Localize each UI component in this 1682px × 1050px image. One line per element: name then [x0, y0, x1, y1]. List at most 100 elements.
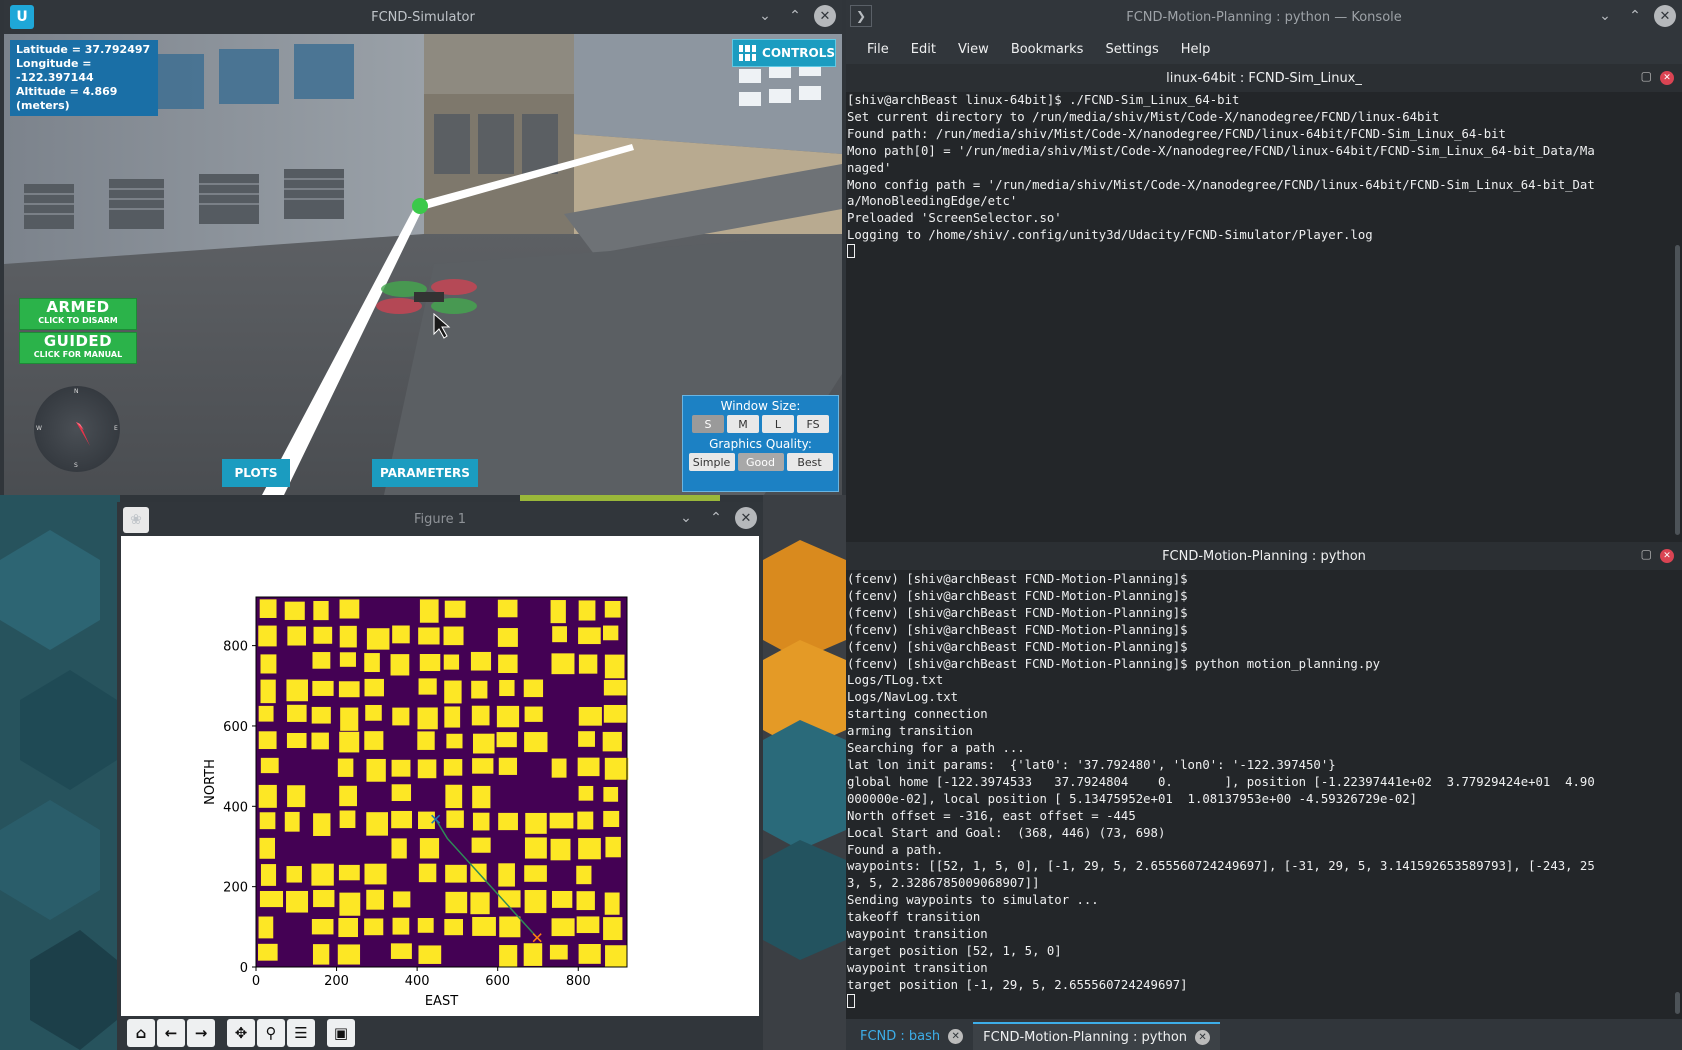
minimize-icon[interactable]: ⌄ — [1594, 5, 1616, 27]
compass: N S E W — [34, 386, 120, 472]
obstacle-cell — [472, 785, 491, 809]
simulator-titlebar[interactable]: U FCND-Simulator ⌄ ⌃ ✕ — [4, 0, 842, 34]
obstacle-cell — [497, 599, 518, 618]
maximize-pane-icon[interactable]: ▢ — [1641, 547, 1652, 561]
maximize-icon[interactable]: ⌃ — [705, 507, 727, 529]
home-icon[interactable]: ⌂ — [127, 1019, 155, 1047]
figure-window: ❀ Figure 1 ⌄ ⌃ ✕ 0 200 400 600 800 0 200 400 600… — [117, 502, 763, 1050]
obstacle-cell — [604, 892, 620, 915]
quality-option-best[interactable]: Best — [786, 453, 833, 471]
close-icon[interactable]: ✕ — [735, 507, 757, 529]
close-pane-icon[interactable]: ✕ — [1660, 549, 1674, 563]
size-option-m[interactable]: M — [727, 415, 759, 433]
bottom-scrollbar[interactable] — [1675, 992, 1680, 1014]
close-icon[interactable]: ✕ — [1654, 5, 1676, 27]
menu-view[interactable]: View — [947, 42, 1000, 57]
obstacle-cell — [418, 945, 442, 964]
figure-toolbar: ⌂ ← → ✥ ⚲ ☰ ▣ — [121, 1016, 759, 1050]
window-settings-panel: Window Size: S M L FS Graphics Quality: Sim… — [682, 395, 839, 492]
quality-option-simple[interactable]: Simple — [688, 453, 735, 471]
forward-icon[interactable]: → — [187, 1019, 215, 1047]
menu-file[interactable]: File — [856, 42, 900, 57]
terminal-tab[interactable]: FCND : bash ✕ — [850, 1022, 973, 1050]
controls-button[interactable]: CONTROLS — [732, 39, 836, 67]
guided-button[interactable]: GUIDED CLICK FOR MANUAL — [19, 332, 137, 364]
obstacle-cell — [339, 892, 361, 916]
obstacle-cell — [578, 627, 601, 645]
configure-icon[interactable]: ☰ — [287, 1019, 315, 1047]
obstacle-cell — [417, 759, 437, 779]
close-icon[interactable]: ✕ — [814, 5, 836, 27]
terminal-tab[interactable]: FCND-Motion-Planning : python ✕ — [973, 1022, 1221, 1050]
armed-hint: CLICK TO DISARM — [38, 316, 118, 325]
size-option-s[interactable]: S — [692, 415, 724, 433]
obstacle-cell — [365, 704, 382, 721]
obstacle-cell — [259, 812, 276, 830]
terminal-line: Found path: /run/media/shiv/Mist/Code-X/… — [847, 126, 1506, 141]
obstacle-cell — [498, 654, 518, 674]
quality-option-good[interactable]: Good — [737, 453, 784, 471]
plots-button[interactable]: PLOTS — [222, 459, 290, 487]
obstacle-cell — [392, 917, 410, 935]
menu-settings[interactable]: Settings — [1094, 42, 1169, 57]
obstacle-cell — [286, 890, 309, 913]
obstacle-cell — [446, 810, 464, 828]
size-option-l[interactable]: L — [762, 415, 794, 433]
controls-label: CONTROLS — [762, 46, 835, 60]
terminal-line: Logs/TLog.txt — [847, 673, 944, 688]
zoom-icon[interactable]: ⚲ — [257, 1019, 285, 1047]
terminal-line: Preloaded 'ScreenSelector.so' — [847, 211, 1062, 226]
maximize-pane-icon[interactable]: ▢ — [1641, 69, 1652, 83]
terminal-line: Logs/NavLog.txt — [847, 690, 959, 705]
obstacle-cell — [258, 705, 274, 722]
obstacle-cell — [339, 785, 357, 807]
obstacle-cell — [603, 917, 623, 941]
bottom-terminal[interactable]: (fcenv) [shiv@archBeast FCND-Motion-Plan… — [846, 571, 1672, 1018]
obstacle-cell — [337, 944, 361, 965]
obstacle-cell — [604, 757, 629, 780]
menu-bookmarks[interactable]: Bookmarks — [1000, 42, 1095, 57]
obstacle-cell — [498, 757, 518, 775]
parameters-button[interactable]: PARAMETERS — [372, 459, 478, 487]
obstacle-cell — [577, 757, 600, 777]
figure-titlebar[interactable]: ❀ Figure 1 ⌄ ⌃ ✕ — [117, 502, 763, 536]
obstacle-cell — [259, 891, 284, 908]
close-tab-icon[interactable]: ✕ — [1195, 1029, 1211, 1045]
armed-button[interactable]: ARMED CLICK TO DISARM — [19, 298, 137, 330]
top-scrollbar[interactable] — [1675, 245, 1680, 535]
terminal-line: Logging to /home/shiv/.config/unity3d/Ud… — [847, 228, 1373, 243]
parameters-label: PARAMETERS — [380, 466, 470, 480]
close-pane-icon[interactable]: ✕ — [1660, 71, 1674, 85]
top-terminal[interactable]: [shiv@archBeast linux-64bit]$ ./FCND-Sim… — [846, 92, 1672, 540]
maximize-icon[interactable]: ⌃ — [1624, 5, 1646, 27]
obstacle-cell — [471, 837, 491, 853]
terminal-line: lat lon init params: {'lat0': '37.792480… — [847, 757, 1336, 772]
obstacle-cell — [578, 600, 596, 621]
obstacle-cell — [418, 863, 437, 883]
guided-label: GUIDED — [43, 332, 113, 350]
obstacle-cell — [444, 680, 462, 704]
menu-help[interactable]: Help — [1170, 42, 1222, 57]
pan-icon[interactable]: ✥ — [227, 1019, 255, 1047]
obstacle-cell — [472, 812, 490, 831]
obstacle-cell — [338, 918, 358, 938]
plot-area — [256, 597, 627, 967]
minimize-icon[interactable]: ⌄ — [675, 507, 697, 529]
konsole-titlebar[interactable]: ❯ FCND-Motion-Planning : python — Konsol… — [846, 0, 1682, 34]
figure-canvas[interactable]: 0 200 400 600 800 0 200 400 600 800 EAST NORTH — [121, 536, 759, 1016]
minimize-icon[interactable]: ⌄ — [754, 5, 776, 27]
simulator-viewport[interactable]: Latitude = 37.792497 Longitude = -122.39… — [4, 34, 842, 495]
terminal-line: waypoint transition — [847, 927, 988, 942]
terminal-line: takeoff transition — [847, 910, 981, 925]
close-tab-icon[interactable]: ✕ — [948, 1028, 964, 1044]
obstacle-cell — [419, 654, 441, 672]
menu-edit[interactable]: Edit — [900, 42, 947, 57]
save-icon[interactable]: ▣ — [327, 1019, 355, 1047]
grid-icon — [739, 45, 757, 61]
back-icon[interactable]: ← — [157, 1019, 185, 1047]
maximize-icon[interactable]: ⌃ — [784, 5, 806, 27]
size-option-fs[interactable]: FS — [797, 415, 829, 433]
obstacle-cell — [576, 891, 595, 911]
obstacle-cell — [605, 836, 621, 858]
obstacle-cell — [524, 706, 543, 722]
